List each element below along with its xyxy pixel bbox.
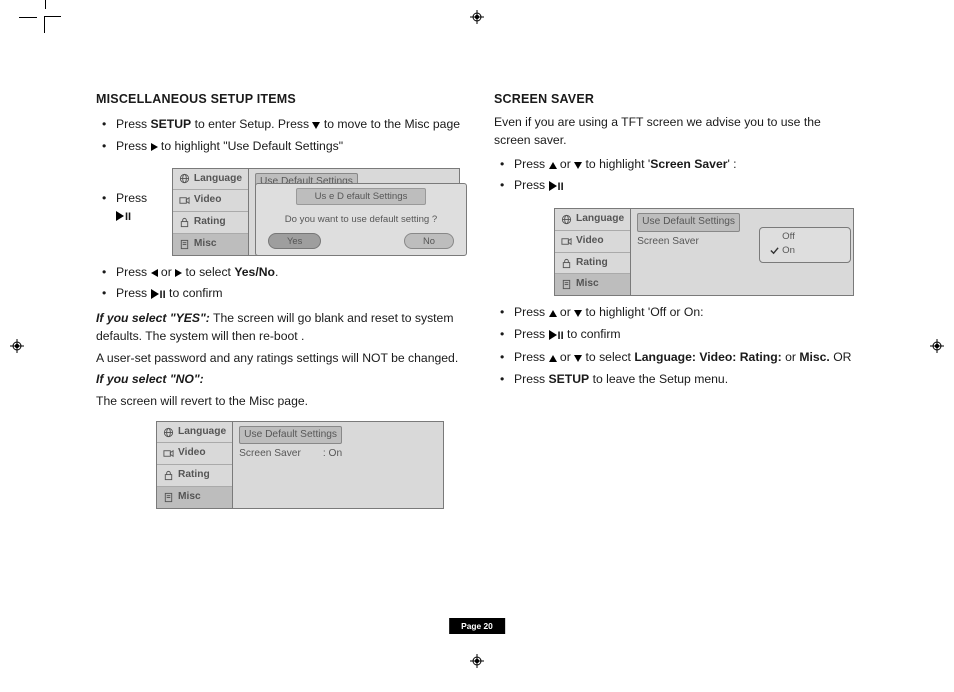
bullet: Press II to confirm xyxy=(96,283,460,306)
osd-tab-video: Video xyxy=(157,443,232,465)
document-icon xyxy=(163,492,174,503)
osd-tab-video: Video xyxy=(555,231,630,253)
registration-mark-icon xyxy=(10,339,24,353)
crop-mark xyxy=(44,16,61,33)
dialog-no-button: No xyxy=(404,233,454,249)
dialog-yes-button: Yes xyxy=(268,233,321,249)
osd-tab-rating: Rating xyxy=(173,212,248,234)
dialog-question: Do you want to use default setting ? xyxy=(262,213,460,227)
lock-icon xyxy=(561,258,572,269)
lock-icon xyxy=(179,217,190,228)
globe-icon xyxy=(163,427,174,438)
document-icon xyxy=(179,239,190,250)
video-icon xyxy=(163,448,174,459)
check-icon xyxy=(770,246,779,255)
osd-tab-language: Language xyxy=(555,209,630,231)
down-triangle-icon xyxy=(574,310,582,317)
osd-submenu-screensaver: Off On xyxy=(759,227,851,263)
osd-option-screen-saver: Screen Saver xyxy=(637,235,699,250)
bullet: Press II to confirm xyxy=(494,324,858,347)
note-no-text: The screen will revert to the Misc page. xyxy=(96,393,460,411)
bullet: Press or to highlight 'Screen Saver' : xyxy=(494,154,858,176)
osd-figure-misc-plain: Language Video Rating Misc Use Default S… xyxy=(156,421,444,509)
osd-tab-rating: Rating xyxy=(555,253,630,275)
osd-tab-language: Language xyxy=(173,169,248,191)
play-pause-icon: II xyxy=(549,178,564,196)
registration-mark-icon xyxy=(470,10,484,24)
down-triangle-icon xyxy=(574,162,582,169)
heading-screen-saver: SCREEN SAVER xyxy=(494,90,858,108)
manual-page: MISCELLANEOUS SETUP ITEMS Press SETUP to… xyxy=(0,0,954,692)
video-icon xyxy=(561,236,572,247)
play-pause-icon: II xyxy=(549,327,564,345)
intro-text: Even if you are using a TFT screen we ad… xyxy=(494,114,858,149)
page-number: Page 20 xyxy=(449,618,505,634)
osd-tab-misc: Misc xyxy=(173,234,248,255)
up-triangle-icon xyxy=(549,162,557,169)
osd-tab-misc: Misc xyxy=(157,487,232,508)
registration-mark-icon xyxy=(930,339,944,353)
bullet: Press SETUP to leave the Setup menu. xyxy=(494,369,858,391)
bullet: Press II xyxy=(494,175,858,198)
note-if-yes: If you select "YES": The screen will go … xyxy=(96,310,460,345)
osd-tab-video: Video xyxy=(173,190,248,212)
registration-mark-icon xyxy=(470,654,484,668)
bullet: Press or to select Yes/No. xyxy=(96,262,460,284)
video-icon xyxy=(179,195,190,206)
osd-confirm-dialog: Us e D efault Settings Do you want to us… xyxy=(255,183,467,256)
osd-option-use-default: Use Default Settings xyxy=(239,426,342,445)
up-triangle-icon xyxy=(549,310,557,317)
note-password: A user-set password and any ratings sett… xyxy=(96,350,460,368)
left-triangle-icon xyxy=(151,269,158,277)
label-setup: SETUP xyxy=(151,117,192,131)
note-if-no: If you select "NO": xyxy=(96,371,460,389)
column-misc-setup: MISCELLANEOUS SETUP ITEMS Press SETUP to… xyxy=(96,90,460,515)
column-screen-saver: SCREEN SAVER Even if you are using a TFT… xyxy=(494,90,858,515)
osd-tab-rating: Rating xyxy=(157,465,232,487)
osd-tab-misc: Misc xyxy=(555,274,630,295)
bullet: Press to highlight "Use Default Settings… xyxy=(96,136,460,158)
dialog-title: Us e D efault Settings xyxy=(296,188,426,206)
osd-value-on: : On xyxy=(323,447,342,462)
osd-tabs: Language Video Rating Misc xyxy=(173,169,249,255)
osd-figure-screen-saver: Language Video Rating Misc Use Default S… xyxy=(554,208,854,296)
bullet: Press or to select Language: Video: Rati… xyxy=(494,347,858,369)
osd-tab-language: Language xyxy=(157,422,232,444)
bullet: Press or to highlight 'Off or On: xyxy=(494,302,858,324)
osd-option-use-default: Use Default Settings xyxy=(637,213,740,232)
lock-icon xyxy=(163,470,174,481)
label-setup: SETUP xyxy=(549,372,590,386)
play-pause-icon: II xyxy=(116,208,131,226)
bullet: Press SETUP to enter Setup. Press to mov… xyxy=(96,114,460,136)
right-triangle-icon xyxy=(151,143,158,151)
osd-option-screen-saver: Screen Saver xyxy=(239,447,301,462)
osd-figure-default-dialog: Language Video Rating Misc Use Default S… xyxy=(172,168,460,256)
play-pause-icon: II xyxy=(151,286,166,304)
up-triangle-icon xyxy=(549,355,557,362)
globe-icon xyxy=(179,173,190,184)
bullet: Press II xyxy=(96,188,162,229)
heading-misc: MISCELLANEOUS SETUP ITEMS xyxy=(96,90,460,108)
document-icon xyxy=(561,279,572,290)
globe-icon xyxy=(561,214,572,225)
down-triangle-icon xyxy=(574,355,582,362)
